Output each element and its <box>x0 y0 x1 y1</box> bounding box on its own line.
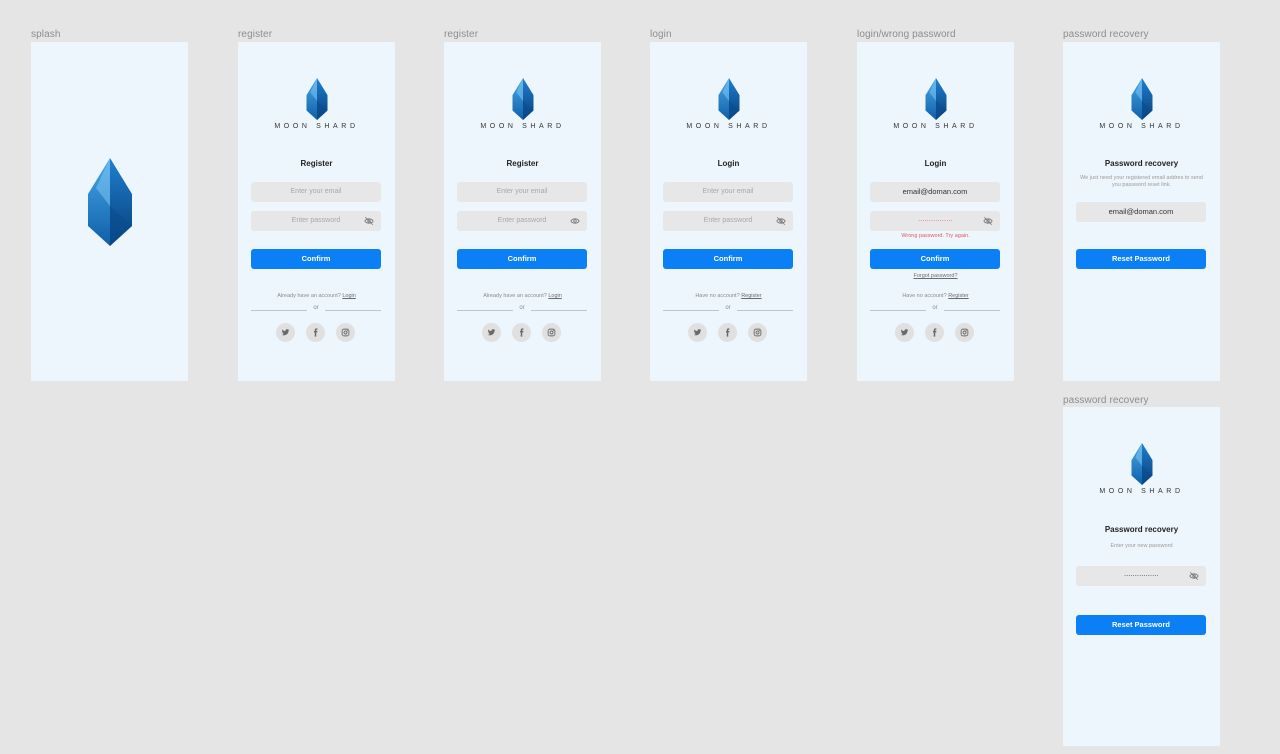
password-field[interactable]: Enter password <box>251 211 381 231</box>
splash-frame <box>31 42 188 381</box>
password-recovery-frame: MOON SHARD Password recovery We just nee… <box>1063 42 1220 381</box>
register-frame: MOON SHARD Register Enter your email Ent… <box>444 42 601 381</box>
facebook-icon[interactable] <box>925 323 944 342</box>
brand-name: MOON SHARD <box>1099 488 1184 495</box>
confirm-button[interactable]: Confirm <box>251 249 381 269</box>
gem-logo-icon <box>925 78 946 120</box>
login-link[interactable]: Login <box>548 293 561 299</box>
frame-label-password-recovery: password recovery <box>1063 29 1149 40</box>
brand-name: MOON SHARD <box>274 123 359 130</box>
login-frame: MOON SHARD Login Enter your email Enter … <box>650 42 807 381</box>
twitter-icon[interactable] <box>276 323 295 342</box>
footer-text: Already have an account? <box>483 293 547 299</box>
footer-prompt: Already have an account? Login <box>238 293 395 299</box>
twitter-icon[interactable] <box>688 323 707 342</box>
gem-logo-icon <box>88 158 132 246</box>
frame-label-splash: splash <box>31 29 61 40</box>
frame-label-register: register <box>444 29 479 40</box>
login-wrong-password-frame: MOON SHARD Login email@doman.com ·······… <box>857 42 1014 381</box>
footer-text: Have no account? <box>695 293 740 299</box>
frame-label-login: login <box>650 29 672 40</box>
instagram-icon[interactable] <box>336 323 355 342</box>
register-frame: MOON SHARD Register Enter your email Ent… <box>238 42 395 381</box>
page-title: Password recovery <box>1104 159 1179 168</box>
new-password-field[interactable]: ················ <box>1076 566 1206 586</box>
gem-logo-icon <box>512 78 533 120</box>
page-title: Login <box>924 159 947 168</box>
eye-off-icon[interactable] <box>364 216 374 226</box>
footer-text: Already have an account? <box>277 293 341 299</box>
brand-name: MOON SHARD <box>1099 123 1184 130</box>
twitter-icon[interactable] <box>895 323 914 342</box>
email-field[interactable]: Enter your email <box>251 182 381 202</box>
facebook-icon[interactable] <box>718 323 737 342</box>
reset-password-button[interactable]: Reset Password <box>1076 615 1206 635</box>
twitter-icon[interactable] <box>482 323 501 342</box>
brand-name: MOON SHARD <box>686 123 771 130</box>
password-value: ················ <box>917 216 953 225</box>
new-password-frame: MOON SHARD Password recovery Enter your … <box>1063 407 1220 746</box>
footer-prompt: Have no account? Register <box>650 293 807 299</box>
or-divider: or <box>251 305 381 314</box>
confirm-button[interactable]: Confirm <box>457 249 587 269</box>
frame-label-password-recovery: password recovery <box>1063 395 1149 406</box>
social-buttons <box>482 323 564 343</box>
eye-off-icon[interactable] <box>983 216 993 226</box>
frame-label-login-wrong-password: login/wrong password <box>857 29 956 40</box>
brand-name: MOON SHARD <box>893 123 978 130</box>
eye-off-icon[interactable] <box>776 216 786 226</box>
facebook-icon[interactable] <box>306 323 325 342</box>
recovery-description: We just need your registered email addre… <box>1080 175 1203 188</box>
password-field[interactable]: ················ <box>870 211 1000 231</box>
email-field[interactable]: email@doman.com <box>1076 202 1206 222</box>
eye-off-icon[interactable] <box>1189 571 1199 581</box>
or-divider: or <box>663 305 793 314</box>
page-title: Login <box>717 159 740 168</box>
footer-text: Have no account? <box>902 293 947 299</box>
instagram-icon[interactable] <box>748 323 767 342</box>
password-placeholder: Enter password <box>497 217 547 224</box>
or-divider: or <box>870 305 1000 314</box>
password-value: ················ <box>1123 571 1159 580</box>
brand-name: MOON SHARD <box>480 123 565 130</box>
social-buttons <box>895 323 977 343</box>
confirm-button[interactable]: Confirm <box>663 249 793 269</box>
gem-logo-icon <box>1131 78 1152 120</box>
social-buttons <box>688 323 770 343</box>
page-title: Register <box>300 159 333 168</box>
or-divider: or <box>457 305 587 314</box>
email-field[interactable]: email@doman.com <box>870 182 1000 202</box>
page-title: Password recovery <box>1104 525 1179 534</box>
instagram-icon[interactable] <box>542 323 561 342</box>
email-field[interactable]: Enter your email <box>663 182 793 202</box>
password-placeholder: Enter password <box>703 217 753 224</box>
social-buttons <box>276 323 358 343</box>
footer-prompt: Have no account? Register <box>857 293 1014 299</box>
password-field[interactable]: Enter password <box>457 211 587 231</box>
login-link[interactable]: Login <box>342 293 355 299</box>
page-title: Register <box>506 159 539 168</box>
reset-password-button[interactable]: Reset Password <box>1076 249 1206 269</box>
forgot-password-link[interactable]: Forgot password? <box>857 273 1014 279</box>
password-placeholder: Enter password <box>291 217 341 224</box>
register-link[interactable]: Register <box>948 293 968 299</box>
facebook-icon[interactable] <box>512 323 531 342</box>
password-field[interactable]: Enter password <box>663 211 793 231</box>
instagram-icon[interactable] <box>955 323 974 342</box>
eye-icon[interactable] <box>570 216 580 226</box>
confirm-button[interactable]: Confirm <box>870 249 1000 269</box>
gem-logo-icon <box>1131 443 1152 485</box>
frame-label-register: register <box>238 29 273 40</box>
email-field[interactable]: Enter your email <box>457 182 587 202</box>
gem-logo-icon <box>306 78 327 120</box>
footer-prompt: Already have an account? Login <box>444 293 601 299</box>
recovery-description: Enter your new password <box>1110 543 1173 549</box>
error-message: Wrong password. Try again. <box>901 233 970 239</box>
gem-logo-icon <box>718 78 739 120</box>
register-link[interactable]: Register <box>741 293 761 299</box>
